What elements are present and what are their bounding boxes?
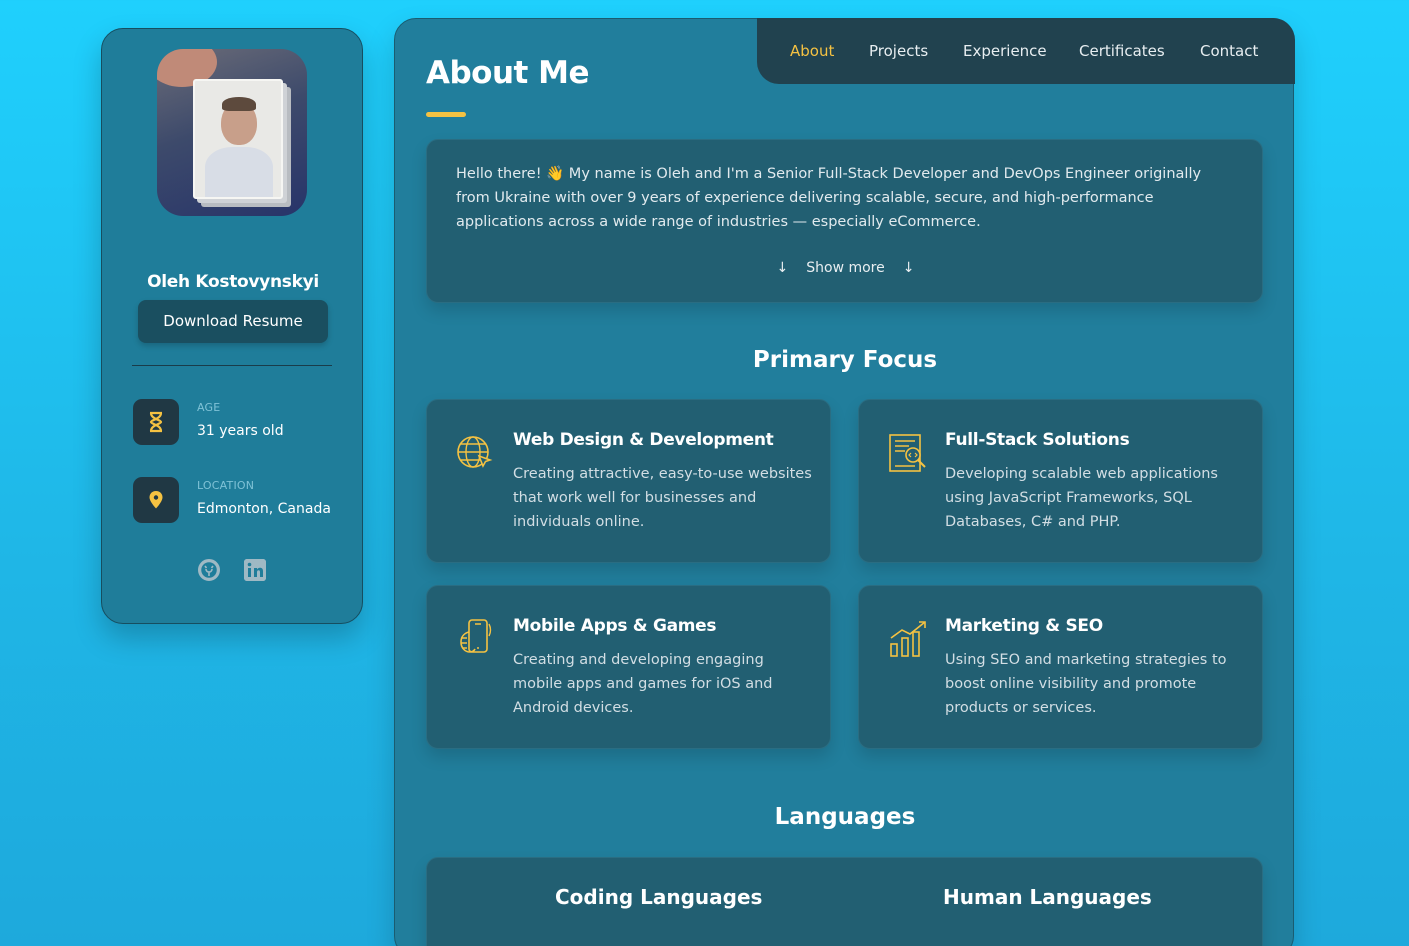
about-text: Hello there! 👋 My name is Oleh and I'm a… (456, 166, 1202, 230)
show-more-button[interactable]: ↓ Show more ↓ (427, 260, 1264, 276)
avatar-shirt (205, 147, 273, 197)
focus-desc-mobile: Creating and developing engaging mobile … (513, 652, 773, 716)
location-info: LOCATION Edmonton, Canada (133, 477, 353, 523)
languages-title: Languages (774, 804, 916, 830)
nav-projects[interactable]: Projects (869, 42, 928, 60)
show-more-label: Show more (806, 260, 885, 276)
sidebar-divider (132, 365, 332, 366)
globe-cursor-icon (455, 430, 495, 474)
focus-title-marketing: Marketing & SEO (945, 616, 1103, 636)
focus-card-mobile: Mobile Apps & Games Creating and develop… (426, 585, 831, 749)
location-value: Edmonton, Canada (197, 501, 331, 517)
profile-name: Oleh Kostovynskyi (147, 272, 319, 292)
location-label: LOCATION (197, 479, 255, 492)
growth-chart-icon (887, 616, 927, 660)
nav-contact[interactable]: Contact (1200, 42, 1258, 60)
map-pin-icon (133, 477, 179, 523)
primary-focus-title: Primary Focus (752, 347, 938, 373)
human-languages-title: Human Languages (943, 885, 1152, 909)
coding-languages-title: Coding Languages (555, 885, 763, 909)
code-document-icon (887, 430, 927, 474)
nav-certificates[interactable]: Certificates (1079, 42, 1165, 60)
nav-about[interactable]: About (790, 42, 834, 60)
nav-experience[interactable]: Experience (963, 42, 1047, 60)
avatar-photo (193, 79, 283, 199)
main-panel: About Projects Experience Certificates C… (394, 18, 1295, 946)
focus-card-fullstack: Full-Stack Solutions Developing scalable… (858, 399, 1263, 563)
focus-desc-fullstack: Developing scalable web applications usi… (945, 466, 1218, 530)
page-title: About Me (426, 55, 590, 91)
download-resume-button[interactable]: Download Resume (138, 300, 328, 343)
avatar-hair (222, 97, 256, 111)
hand-phone-icon (455, 616, 495, 660)
focus-title-fullstack: Full-Stack Solutions (945, 430, 1130, 450)
focus-title-mobile: Mobile Apps & Games (513, 616, 717, 636)
avatar (157, 49, 307, 216)
focus-card-marketing: Marketing & SEO Using SEO and marketing … (858, 585, 1263, 749)
arrow-down-icon: ↓ (902, 260, 915, 276)
focus-title-web: Web Design & Development (513, 430, 774, 450)
social-links (198, 559, 278, 583)
about-card: Hello there! 👋 My name is Oleh and I'm a… (426, 139, 1263, 303)
github-icon[interactable] (198, 559, 220, 581)
linkedin-icon[interactable] (244, 559, 266, 581)
arrow-down-icon: ↓ (776, 260, 789, 276)
age-info: AGE 31 years old (133, 399, 353, 445)
focus-card-web: Web Design & Development Creating attrac… (426, 399, 831, 563)
age-label: AGE (197, 401, 221, 414)
profile-sidebar: Oleh Kostovynskyi Download Resume AGE 31… (101, 28, 363, 624)
top-nav: About Projects Experience Certificates C… (757, 18, 1295, 84)
hourglass-icon (133, 399, 179, 445)
languages-card: Coding Languages Human Languages (426, 857, 1263, 946)
age-value: 31 years old (197, 423, 284, 439)
title-underline (426, 112, 466, 117)
focus-desc-marketing: Using SEO and marketing strategies to bo… (945, 652, 1227, 716)
focus-desc-web: Creating attractive, easy-to-use website… (513, 466, 812, 530)
